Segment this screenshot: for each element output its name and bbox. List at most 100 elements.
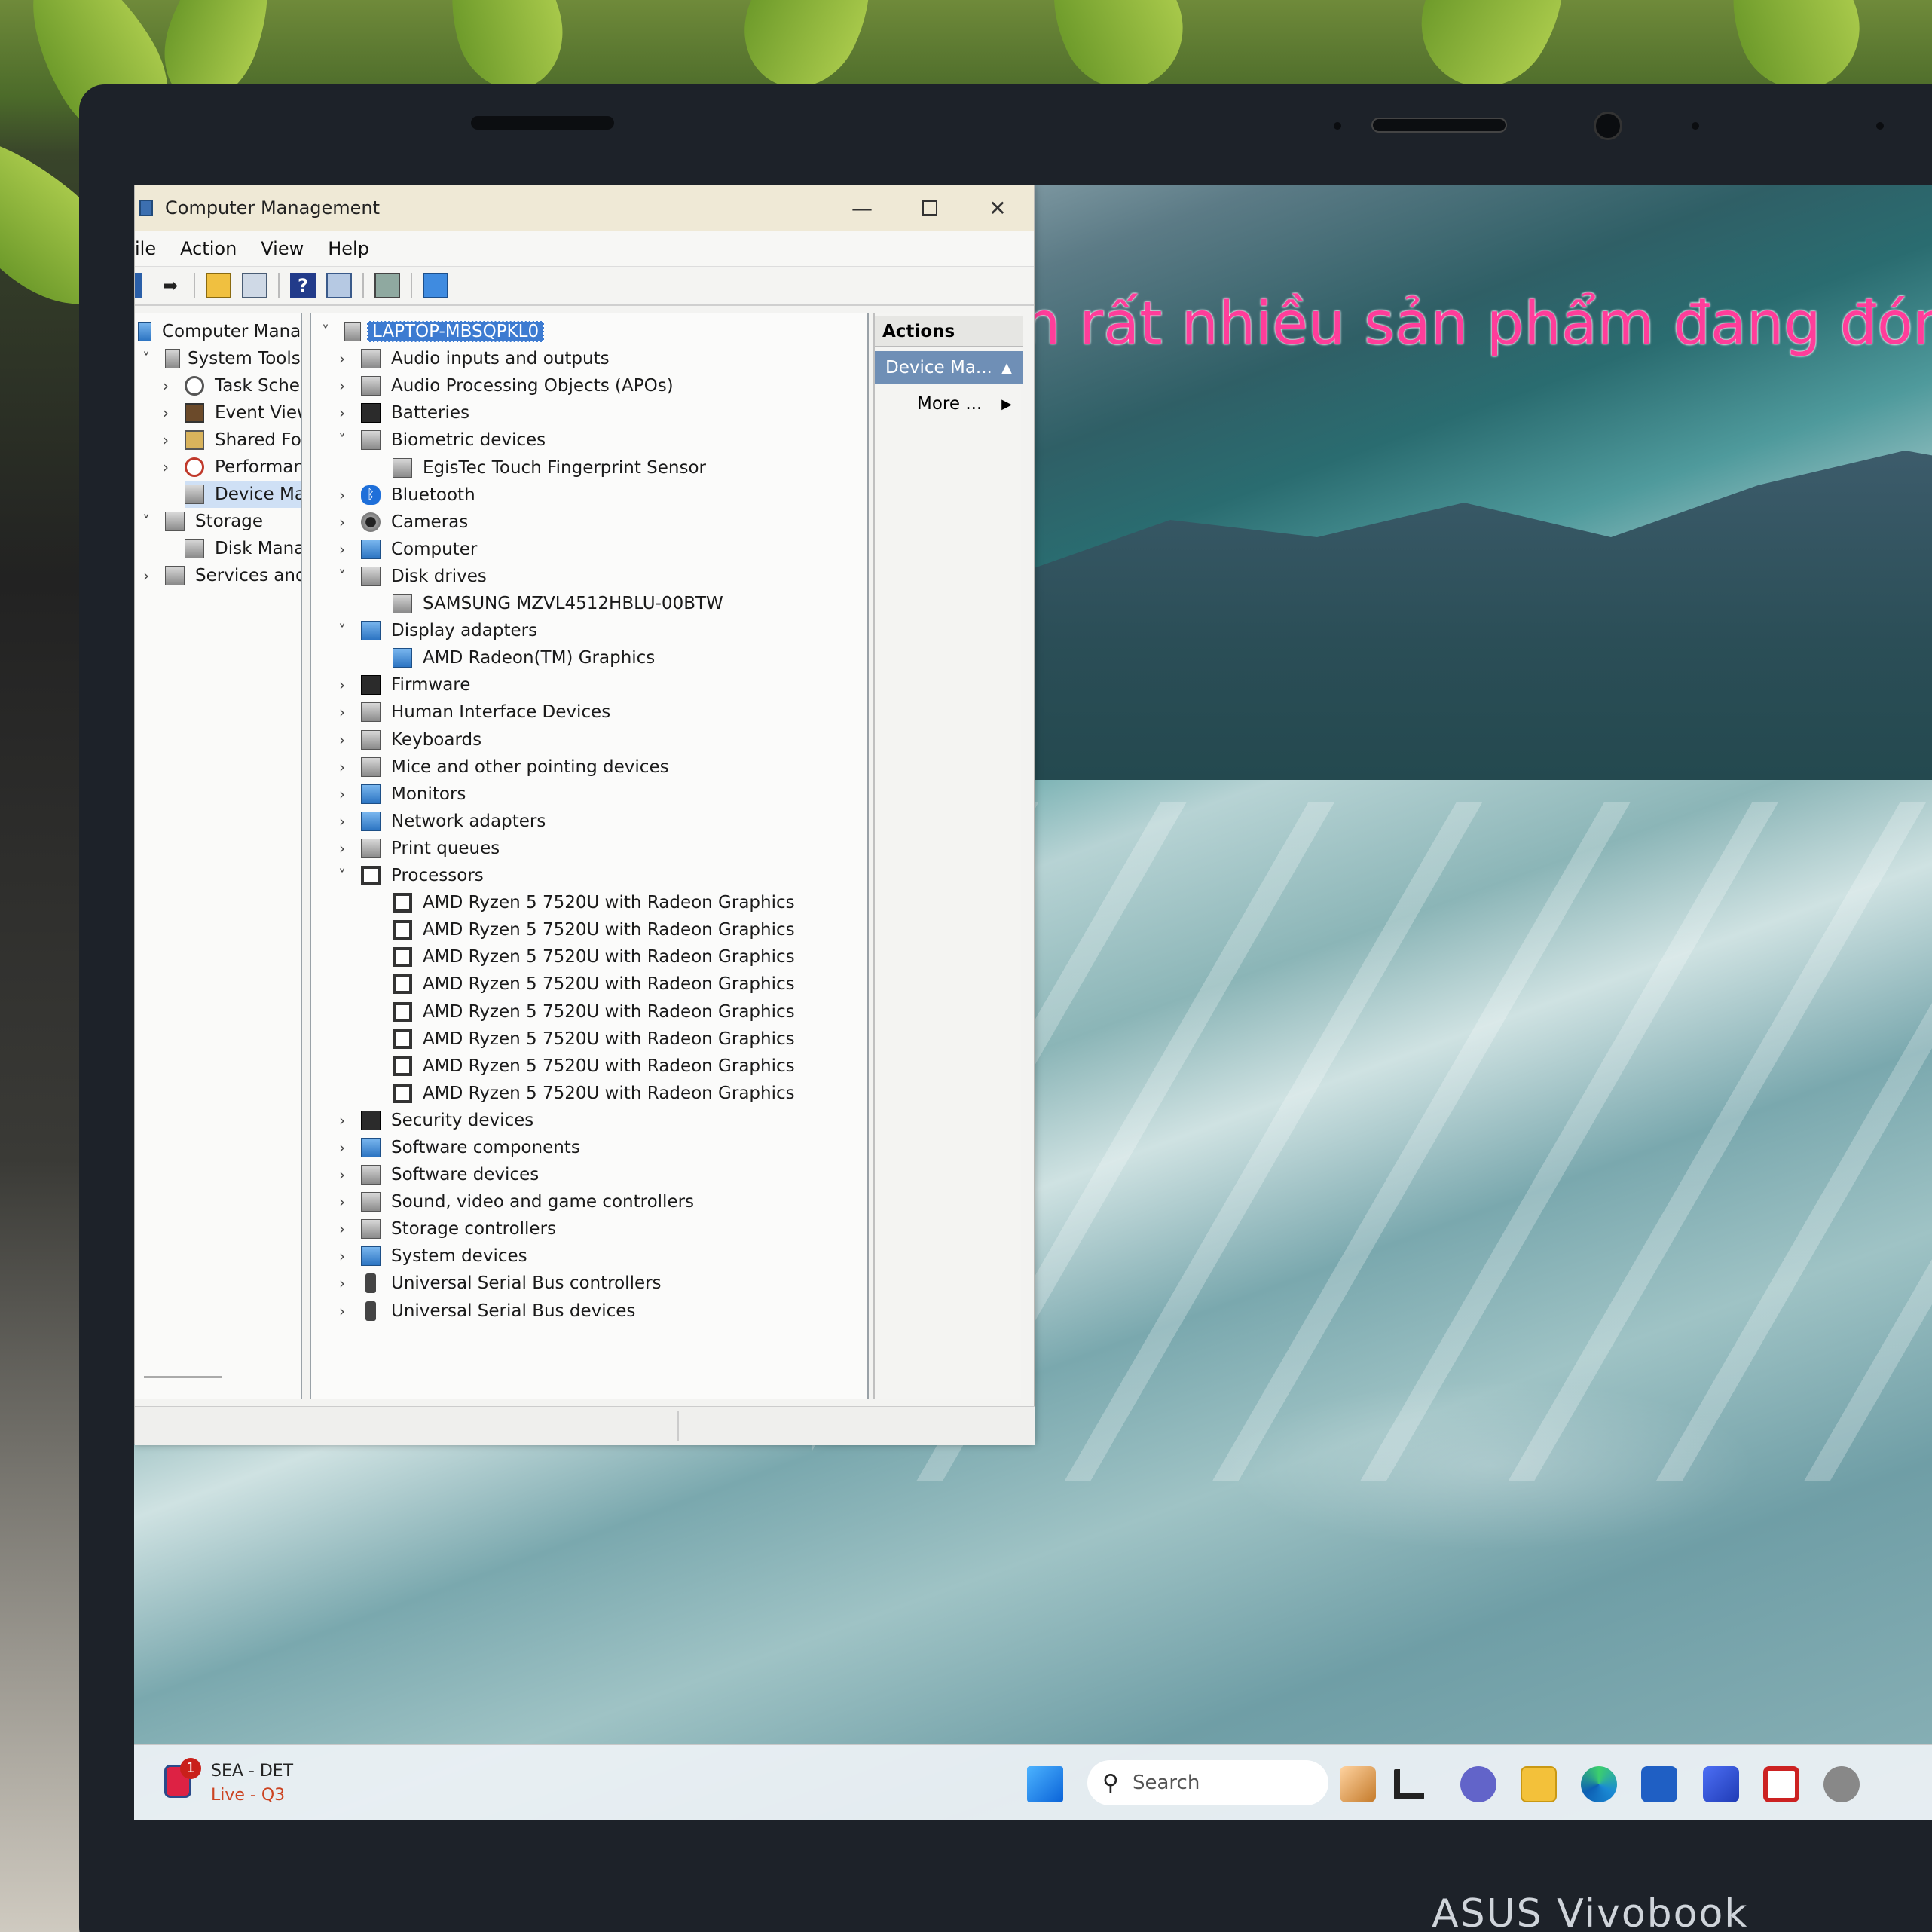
show-action-pane-icon[interactable] bbox=[326, 273, 352, 298]
tree-node-system-tools[interactable]: ˅ System Tools bbox=[138, 345, 301, 372]
chevron-right-icon[interactable]: › bbox=[334, 758, 350, 776]
forward-arrow-icon[interactable]: ➡ bbox=[157, 273, 183, 298]
chevron-right-icon[interactable]: › bbox=[334, 1220, 350, 1238]
device-item[interactable]: AMD Ryzen 5 7520U with Radeon Graphics bbox=[393, 916, 795, 943]
mcafee-icon[interactable] bbox=[1763, 1766, 1799, 1802]
tree-node-shared-folders[interactable]: › Shared Fol bbox=[157, 426, 301, 454]
device-category[interactable]: › Batteries bbox=[334, 399, 469, 426]
device-item[interactable]: EgisTec Touch Fingerprint Sensor bbox=[393, 454, 706, 481]
device-category[interactable]: › Sound, video and game controllers bbox=[334, 1188, 694, 1215]
close-button[interactable]: ✕ bbox=[964, 185, 1032, 231]
device-category[interactable]: › Security devices bbox=[334, 1107, 533, 1134]
chevron-right-icon[interactable]: › bbox=[334, 1274, 350, 1292]
settings-gear-icon[interactable] bbox=[1823, 1766, 1860, 1802]
chevron-right-icon[interactable]: › bbox=[334, 731, 350, 749]
help-icon[interactable]: ? bbox=[290, 273, 316, 298]
device-category[interactable]: › Monitors bbox=[334, 781, 466, 808]
chevron-down-icon[interactable]: ˅ bbox=[138, 512, 154, 530]
menu-action[interactable]: Action bbox=[180, 238, 237, 259]
chevron-right-icon[interactable]: › bbox=[157, 431, 174, 449]
device-item[interactable]: AMD Ryzen 5 7520U with Radeon Graphics bbox=[393, 1026, 795, 1053]
actions-more[interactable]: More ... ▶ bbox=[875, 387, 1023, 420]
device-category[interactable]: ˅ Display adapters bbox=[334, 617, 537, 644]
menu-help[interactable]: Help bbox=[328, 238, 369, 259]
chevron-right-icon[interactable]: › bbox=[334, 540, 350, 558]
tree-node-disk-management[interactable]: Disk Manag bbox=[185, 535, 301, 562]
collapse-up-icon[interactable]: ▲ bbox=[1001, 360, 1012, 376]
chevron-down-icon[interactable]: ˅ bbox=[334, 622, 350, 640]
device-category[interactable]: › System devices bbox=[334, 1243, 527, 1270]
tree-node-task-scheduler[interactable]: › Task Sched bbox=[157, 372, 301, 399]
monitor-icon[interactable] bbox=[423, 273, 448, 298]
store-icon[interactable] bbox=[1641, 1766, 1677, 1802]
chevron-right-icon[interactable]: › bbox=[334, 377, 350, 395]
show-hide-console-tree-icon[interactable] bbox=[242, 273, 267, 298]
chevron-down-icon[interactable]: ˅ bbox=[317, 323, 334, 341]
nfl-widget-icon[interactable]: 1 bbox=[164, 1758, 201, 1798]
device-category[interactable]: › Computer bbox=[334, 536, 477, 563]
widget-status-line[interactable]: Live - Q3 bbox=[211, 1786, 285, 1805]
device-category[interactable]: › Universal Serial Bus controllers bbox=[334, 1270, 662, 1297]
device-item[interactable]: AMD Ryzen 5 7520U with Radeon Graphics bbox=[393, 1080, 795, 1107]
chevron-right-icon[interactable]: › bbox=[334, 1193, 350, 1211]
device-item[interactable]: AMD Radeon(TM) Graphics bbox=[393, 644, 655, 671]
chevron-right-icon[interactable]: › bbox=[334, 839, 350, 857]
device-category[interactable]: › Human Interface Devices bbox=[334, 699, 610, 726]
chevron-right-icon[interactable]: › bbox=[334, 513, 350, 531]
chevron-right-icon[interactable]: › bbox=[334, 676, 350, 694]
tree-node-computer-management[interactable]: Computer Manag bbox=[138, 318, 301, 345]
device-item[interactable]: AMD Ryzen 5 7520U with Radeon Graphics bbox=[393, 1053, 795, 1080]
horizontal-scrollbar[interactable] bbox=[144, 1376, 222, 1378]
chevron-down-icon[interactable]: ˅ bbox=[334, 867, 350, 885]
tree-node-storage[interactable]: ˅ Storage bbox=[138, 508, 263, 535]
device-item[interactable]: AMD Ryzen 5 7520U with Radeon Graphics bbox=[393, 943, 795, 971]
device-category[interactable]: › Keyboards bbox=[334, 726, 481, 754]
search-highlight-icon[interactable] bbox=[1340, 1766, 1376, 1802]
device-item[interactable]: SAMSUNG MZVL4512HBLU-00BTW bbox=[393, 590, 723, 617]
chevron-down-icon[interactable]: ˅ bbox=[138, 350, 154, 368]
device-category[interactable]: › Cameras bbox=[334, 509, 468, 536]
device-category[interactable]: › Universal Serial Bus devices bbox=[334, 1298, 635, 1325]
chevron-right-icon[interactable]: › bbox=[334, 812, 350, 830]
file-explorer-icon[interactable] bbox=[1521, 1766, 1557, 1802]
device-item[interactable]: AMD Ryzen 5 7520U with Radeon Graphics bbox=[393, 998, 795, 1026]
tree-node-event-viewer[interactable]: › Event View bbox=[157, 399, 301, 426]
chevron-right-icon[interactable]: › bbox=[157, 377, 174, 395]
chevron-right-icon[interactable]: › bbox=[334, 1166, 350, 1184]
chevron-right-icon[interactable]: › bbox=[334, 785, 350, 803]
device-category[interactable]: ˅ Biometric devices bbox=[334, 426, 546, 454]
search-box[interactable]: ⚲ Search bbox=[1087, 1760, 1328, 1805]
tree-node-device-manager[interactable]: Device Mar bbox=[185, 481, 301, 508]
chevron-right-icon[interactable]: › bbox=[334, 1302, 350, 1320]
chat-icon[interactable] bbox=[1460, 1766, 1496, 1802]
device-category[interactable]: ˅ Disk drives bbox=[334, 563, 487, 590]
tree-node-performance[interactable]: › Performan bbox=[157, 454, 301, 481]
menu-view[interactable]: View bbox=[261, 238, 304, 259]
device-category[interactable]: › Audio Processing Objects (APOs) bbox=[334, 372, 674, 399]
chevron-right-icon[interactable]: › bbox=[334, 1111, 350, 1130]
chevron-right-icon[interactable]: › bbox=[334, 1247, 350, 1265]
chevron-down-icon[interactable]: ˅ bbox=[334, 431, 350, 449]
device-category[interactable]: › Print queues bbox=[334, 835, 500, 862]
device-category[interactable]: › Software devices bbox=[334, 1161, 539, 1188]
chevron-down-icon[interactable]: ˅ bbox=[334, 567, 350, 585]
chevron-right-icon[interactable]: › bbox=[157, 458, 174, 476]
actions-section-device-manager[interactable]: Device Ma... ▲ bbox=[875, 351, 1023, 384]
scan-hardware-icon[interactable] bbox=[374, 273, 400, 298]
chevron-right-icon[interactable]: › bbox=[138, 567, 154, 585]
task-view-icon[interactable] bbox=[1394, 1769, 1424, 1799]
widget-score-line[interactable]: SEA - DET bbox=[211, 1762, 293, 1781]
device-category[interactable]: › Firmware bbox=[334, 671, 470, 699]
myasus-icon[interactable] bbox=[1703, 1766, 1739, 1802]
chevron-right-icon[interactable]: › bbox=[334, 1139, 350, 1157]
tree-root[interactable]: ˅ LAPTOP-MBSQPKL0 bbox=[317, 318, 545, 345]
device-item[interactable]: AMD Ryzen 5 7520U with Radeon Graphics bbox=[393, 971, 795, 998]
device-category[interactable]: ˅ Processors bbox=[334, 862, 484, 889]
device-category[interactable]: › Mice and other pointing devices bbox=[334, 754, 669, 781]
computer-management-window[interactable]: Computer Management — ✕ ile Action View … bbox=[134, 185, 1035, 1445]
chevron-right-icon[interactable]: › bbox=[334, 404, 350, 422]
menu-file[interactable]: ile bbox=[135, 238, 156, 259]
edge-browser-icon[interactable] bbox=[1581, 1766, 1617, 1802]
chevron-right-icon[interactable]: › bbox=[334, 350, 350, 368]
minimize-button[interactable]: — bbox=[828, 185, 896, 231]
